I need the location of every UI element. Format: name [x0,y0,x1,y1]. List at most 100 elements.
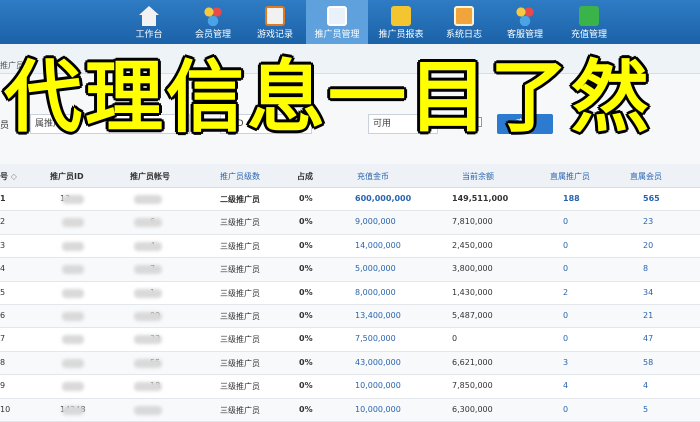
row-number: 5 [0,287,6,297]
table-row: 699三级推广员0%13,400,0005,487,000021 [0,305,700,329]
direct-members[interactable]: 58 [643,358,653,367]
recharge-gold[interactable]: 14,000,000 [355,241,401,250]
row-number: 9 [0,381,6,391]
promoter-level: 三级推广员 [220,405,260,415]
recharge-gold[interactable]: 7,500,000 [355,334,396,343]
col-header-level[interactable]: 推广员级数 [220,171,260,182]
redacted-id-mask [62,312,84,321]
row-number: 7 [0,334,6,344]
current-balance: 5,487,000 [452,311,493,320]
redacted-id-mask [62,241,84,251]
nav-item-members[interactable]: 会员管理 [184,0,242,44]
promoter-level: 三级推广员 [220,265,260,275]
direct-promoters[interactable]: 0 [563,264,568,273]
redacted-account-mask [134,218,162,228]
current-balance: 7,810,000 [452,217,493,227]
direct-promoters[interactable]: 3 [563,358,568,367]
recharge-gold[interactable]: 5,000,000 [355,264,396,273]
top-nav: 工作台 会员管理 游戏记录 推广员管理 推广员报表 系统日志 客服管理 充值管理 [0,0,700,44]
col-header-balance[interactable]: 当前余额 [462,171,494,182]
recharge-gold[interactable]: 13,400,000 [355,311,401,320]
promoter-level: 三级推广员 [220,358,260,368]
nav-item-customer-service[interactable]: 客服管理 [496,0,554,44]
direct-members[interactable]: 5 [643,405,648,414]
direct-promoters[interactable]: 2 [563,288,568,297]
redacted-account-mask [134,405,162,415]
promoter-level: 三级推广员 [220,218,260,228]
direct-promoters[interactable]: 0 [563,405,568,414]
recharge-gold[interactable]: 10,000,000 [355,405,401,414]
promoter-table: 号 ◇ 推广员ID 推广员帐号 推广员级数 占成 充值金币 当前余额 直属推广员… [0,164,700,422]
nav-item-game-records[interactable]: 游戏记录 [246,0,304,44]
table-row: 1014248三级推广员0%10,000,0006,300,00005 [0,398,700,422]
direct-promoters[interactable]: 0 [563,334,568,343]
redacted-id-mask [62,288,84,298]
table-header: 号 ◇ 推广员ID 推广员帐号 推广员级数 占成 充值金币 当前余额 直属推广员… [0,164,700,188]
recharge-gold[interactable]: 43,000,000 [355,358,401,367]
direct-members[interactable]: 4 [643,381,648,390]
direct-members[interactable]: 47 [643,334,653,343]
redacted-account-mask [134,195,162,204]
nav-item-label: 推广员报表 [378,30,424,40]
direct-promoters[interactable]: 0 [563,217,568,226]
nav-item-workbench[interactable]: 工作台 [122,0,176,44]
col-header-no[interactable]: 号 ◇ [0,171,17,182]
current-balance: 149,511,000 [452,194,509,203]
direct-promoters[interactable]: 0 [563,311,568,320]
redacted-id-mask [62,195,84,204]
direct-promoters[interactable]: 4 [563,381,568,390]
notebook-icon [454,6,474,26]
nav-item-label: 充值管理 [570,30,607,40]
row-number: 2 [0,217,6,227]
money-bag-icon [391,6,411,26]
recharge-icon [579,6,599,26]
redacted-id-mask [62,382,84,392]
table-row: 918三级推广员0%10,000,0007,850,00044 [0,375,700,399]
direct-members[interactable]: 34 [643,288,653,297]
share-percent: 0% [299,357,313,367]
promoter-level: 三级推广员 [220,312,260,321]
row-number: 6 [0,311,6,320]
nav-item-label: 系统日志 [445,30,482,40]
col-header-direct-members[interactable]: 直属会员 [630,171,662,182]
nav-item-promoter-reports[interactable]: 推广员报表 [370,0,432,44]
recharge-gold[interactable]: 9,000,000 [355,217,396,226]
col-header-promoter-id[interactable]: 推广员ID [50,171,84,182]
col-header-direct-promoters[interactable]: 直属推广员 [550,171,590,182]
share-percent: 0% [299,287,313,297]
recharge-gold[interactable]: 8,000,000 [355,288,396,297]
redacted-account-mask [134,312,162,321]
direct-promoters[interactable]: 0 [563,241,568,250]
direct-members[interactable]: 20 [643,241,653,250]
promoter-level: 三级推广员 [220,288,260,298]
nav-item-promoter-management[interactable]: 推广员管理 [306,0,368,44]
recharge-gold[interactable]: 600,000,000 [355,194,411,203]
col-header-recharge-gold[interactable]: 充值金币 [357,171,389,182]
current-balance: 3,800,000 [452,264,493,274]
direct-members[interactable]: 565 [643,194,660,203]
users-icon [203,6,223,26]
table-row: 855三级推广员0%43,000,0006,621,000358 [0,351,700,376]
row-number: 3 [0,240,6,250]
table-row: 113二级推广员0%600,000,000149,511,000188565 [0,188,700,212]
col-header-promoter-account[interactable]: 推广员帐号 [130,171,170,182]
nav-item-label: 会员管理 [194,30,231,40]
current-balance: 0 [452,334,458,344]
direct-members[interactable]: 23 [643,217,653,226]
redacted-account-mask [134,241,162,251]
table-row: 26三级推广员0%9,000,0007,810,000023 [0,211,700,235]
share-percent: 0% [299,381,313,391]
nav-item-recharge[interactable]: 充值管理 [560,0,618,44]
row-number: 10 [0,404,11,414]
redacted-account-mask [134,265,162,275]
col-header-share[interactable]: 占成 [297,171,313,182]
direct-members[interactable]: 21 [643,311,653,320]
redacted-id-mask [62,218,84,228]
nav-item-system-log[interactable]: 系统日志 [436,0,492,44]
current-balance: 6,300,000 [452,404,493,414]
table-row: 34三级推广员0%14,000,0002,450,000020 [0,235,700,259]
direct-members[interactable]: 8 [643,264,648,273]
recharge-gold[interactable]: 10,000,000 [355,381,401,390]
direct-promoters[interactable]: 188 [563,194,580,203]
current-balance: 7,850,000 [452,381,493,391]
